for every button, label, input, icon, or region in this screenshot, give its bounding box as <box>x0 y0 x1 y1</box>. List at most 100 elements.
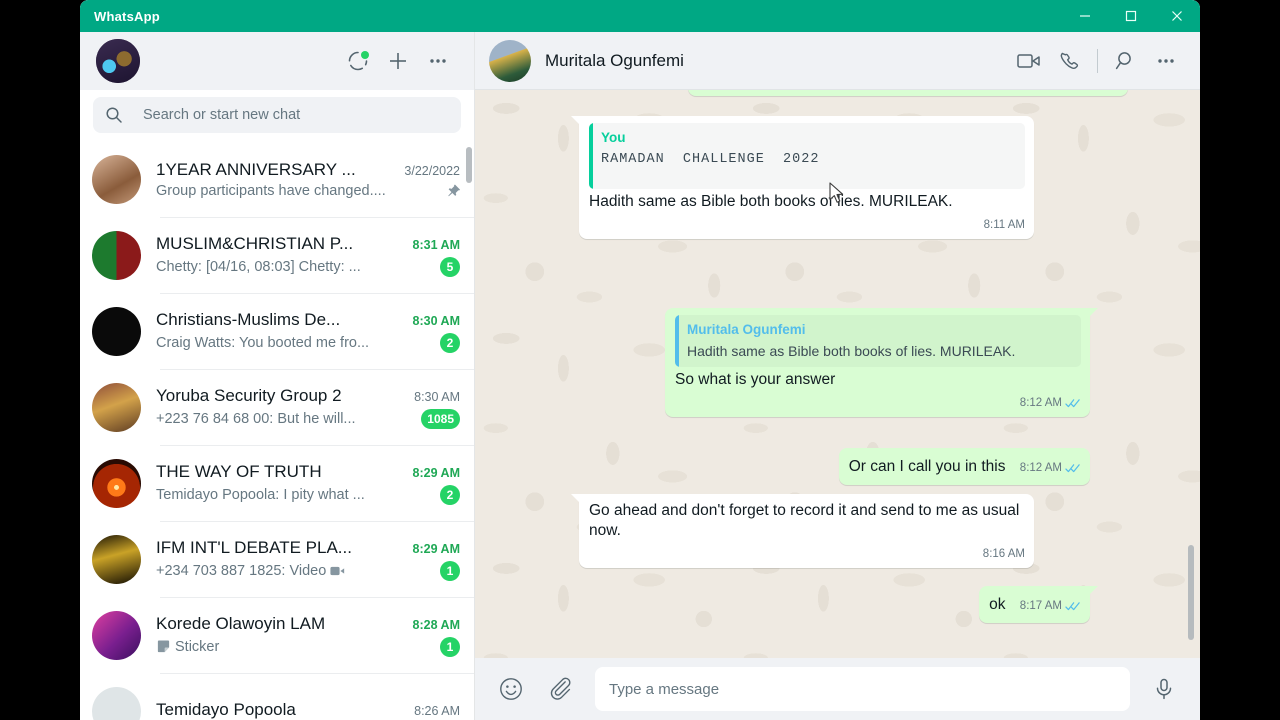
video-call-icon[interactable] <box>1009 41 1049 81</box>
chat-list-item-ifm-intl-debate[interactable]: IFM INT'L DEBATE PLA... 8:29 AM +234 703… <box>80 521 474 597</box>
chat-search-icon[interactable] <box>1106 41 1146 81</box>
chat-list-item-the-way-of-truth[interactable]: THE WAY OF TRUTH 8:29 AM Temidayo Popool… <box>80 445 474 521</box>
avatar <box>92 686 141 720</box>
message-text: ok <box>989 596 1006 613</box>
quote-text: RAMADAN CHALLENGE 2022 DAY 15 <box>601 152 820 167</box>
message-bubble-m1[interactable]: You RAMADAN CHALLENGE 2022 DAY 15 Hadith… <box>571 116 1034 239</box>
message-text: So what is your answer <box>675 371 836 388</box>
app-title: WhatsApp <box>94 8 160 24</box>
message-row-m3[interactable]: Or can I call you in this 8:12 AM <box>838 448 1090 485</box>
quote-body: Muritala Ogunfemi Hadith same as Bible b… <box>679 315 1081 367</box>
chat-list-item-christians-muslims[interactable]: Christians-Muslims De... 8:30 AM Craig W… <box>80 293 474 369</box>
message-bubble-partial[interactable] <box>688 90 1128 96</box>
avatar <box>92 230 141 280</box>
message-bubble-m2[interactable]: Muritala Ogunfemi Hadith same as Bible b… <box>665 308 1098 417</box>
message-time: 8:16 AM <box>982 548 1025 560</box>
status-ring-icon[interactable] <box>338 41 378 81</box>
quote-text: Hadith same as Bible both books of lies.… <box>687 343 1016 359</box>
message-input[interactable]: Type a message <box>595 667 1130 711</box>
search-icon <box>105 106 123 124</box>
unread-badge: 2 <box>440 332 460 353</box>
chat-item-meta: MUSLIM&CHRISTIAN P... 8:31 AM Chetty: [0… <box>156 234 474 277</box>
chat-overflow-menu-icon[interactable] <box>1146 41 1186 81</box>
chat-header: Muritala Ogunfemi <box>475 32 1200 90</box>
message-time: 8:11 AM <box>983 219 1025 231</box>
chat-item-name: Christians-Muslims De... <box>156 309 341 329</box>
avatar <box>92 382 141 432</box>
avatar <box>92 458 141 508</box>
quoted-message[interactable]: Muritala Ogunfemi Hadith same as Bible b… <box>675 315 1081 367</box>
message-row-partial[interactable] <box>688 90 1128 96</box>
status-unread-dot <box>361 51 369 59</box>
profile-avatar[interactable] <box>96 39 140 83</box>
microphone-icon[interactable] <box>1144 669 1184 709</box>
header-divider <box>1097 48 1098 73</box>
quote-body: You RAMADAN CHALLENGE 2022 DAY 15 <box>593 123 1025 189</box>
message-list[interactable]: You RAMADAN CHALLENGE 2022 DAY 15 Hadith… <box>475 90 1200 658</box>
new-chat-plus-icon[interactable] <box>378 41 418 81</box>
message-row-m2[interactable]: Muritala Ogunfemi Hadith same as Bible b… <box>665 308 1098 417</box>
unread-badge: 2 <box>440 484 460 505</box>
message-time: 8:12 AM <box>1019 462 1062 474</box>
quoted-message[interactable]: You RAMADAN CHALLENGE 2022 DAY 15 <box>589 123 1025 189</box>
message-scroller: You RAMADAN CHALLENGE 2022 DAY 15 Hadith… <box>527 90 1138 658</box>
pin-icon <box>445 183 460 198</box>
sidebar-scrollbar-thumb[interactable] <box>466 147 472 183</box>
message-bubble-m5[interactable]: ok 8:17 AM <box>979 586 1098 623</box>
chat-item-name: Korede Olawoyin LAM <box>156 613 326 633</box>
close-button[interactable] <box>1154 0 1200 32</box>
message-row-m1[interactable]: You RAMADAN CHALLENGE 2022 DAY 15 Hadith… <box>571 116 1034 239</box>
chat-item-name: IFM INT'L DEBATE PLA... <box>156 537 352 557</box>
chat-list-item-yoruba-security-group-2[interactable]: Yoruba Security Group 2 8:30 AM +223 76 … <box>80 369 474 445</box>
message-bubble-m4[interactable]: Go ahead and don't forget to record it a… <box>571 494 1034 568</box>
chat-item-name: 1YEAR ANNIVERSARY ... <box>156 159 356 179</box>
minimize-button[interactable] <box>1062 0 1108 32</box>
chat-item-meta: Korede Olawoyin LAM 8:28 AM Sticker 1 <box>156 614 474 657</box>
chat-item-time: 8:30 AM <box>412 313 460 328</box>
contact-name[interactable]: Muritala Ogunfemi <box>545 51 1009 71</box>
quote-author: You <box>601 130 626 145</box>
search-container: Search or start new chat <box>80 90 474 141</box>
voice-call-icon[interactable] <box>1049 41 1089 81</box>
search-placeholder: Search or start new chat <box>143 107 301 123</box>
message-bubble-m3[interactable]: Or can I call you in this 8:12 AM <box>838 448 1090 485</box>
chat-item-meta: 1YEAR ANNIVERSARY ... 3/22/2022 Group pa… <box>156 160 474 199</box>
window-body: Search or start new chat 1YEAR ANNIVERSA… <box>80 32 1200 720</box>
attachment-clip-icon[interactable] <box>541 669 581 709</box>
emoji-icon[interactable] <box>491 669 531 709</box>
message-text: Or can I call you in this <box>848 458 1006 475</box>
message-text: Go ahead and don't forget to record it a… <box>589 502 1020 539</box>
chat-list-item-1year-anniversary[interactable]: 1YEAR ANNIVERSARY ... 3/22/2022 Group pa… <box>80 141 474 217</box>
contact-avatar[interactable] <box>489 39 531 82</box>
unread-badge: 1 <box>440 636 460 657</box>
chat-item-preview: Chetty: [04/16, 08:03] Chetty: ... <box>156 258 361 275</box>
search-input[interactable]: Search or start new chat <box>93 97 461 133</box>
unread-badge: 1085 <box>421 408 460 429</box>
chat-item-preview: Temidayo Popoola: I pity what ... <box>156 486 365 503</box>
chat-list-item-temidayo-popoola[interactable]: Temidayo Popoola 8:26 AM <box>80 673 474 720</box>
sidebar-overflow-menu-icon[interactable] <box>418 41 458 81</box>
chat-item-time: 8:26 AM <box>414 703 460 718</box>
chat-item-preview: +234 703 887 1825: Video <box>156 562 327 579</box>
message-row-m5[interactable]: ok 8:17 AM <box>979 586 1098 623</box>
composer: Type a message <box>475 658 1200 720</box>
chat-item-meta: Temidayo Popoola 8:26 AM <box>156 700 474 720</box>
chat-item-name: MUSLIM&CHRISTIAN P... <box>156 233 354 253</box>
chat-item-preview: Sticker <box>175 638 220 655</box>
chat-list-item-korede-olawoyin-lam[interactable]: Korede Olawoyin LAM 8:28 AM Sticker 1 <box>80 597 474 673</box>
chat-item-meta: THE WAY OF TRUTH 8:29 AM Temidayo Popool… <box>156 462 474 505</box>
avatar <box>92 306 141 356</box>
message-row-m4[interactable]: Go ahead and don't forget to record it a… <box>571 494 1034 568</box>
chat-panel: Muritala Ogunfemi You RAMADAN CHALLENGE … <box>475 32 1200 720</box>
message-input-placeholder: Type a message <box>609 680 720 698</box>
chat-list-item-muslim-christian[interactable]: MUSLIM&CHRISTIAN P... 8:31 AM Chetty: [0… <box>80 217 474 293</box>
message-scrollbar-thumb[interactable] <box>1188 545 1194 640</box>
chat-item-preview: +223 76 84 68 00: But he will... <box>156 410 356 427</box>
chat-item-name: Temidayo Popoola <box>156 699 296 719</box>
chat-list[interactable]: 1YEAR ANNIVERSARY ... 3/22/2022 Group pa… <box>80 141 474 720</box>
chat-item-preview: Craig Watts: You booted me fro... <box>156 334 370 351</box>
maximize-button[interactable] <box>1108 0 1154 32</box>
whatsapp-window: WhatsApp Search or start new chat 1YEAR … <box>80 0 1200 720</box>
read-receipt-icon <box>1065 463 1081 474</box>
chat-item-name: THE WAY OF TRUTH <box>156 461 322 481</box>
